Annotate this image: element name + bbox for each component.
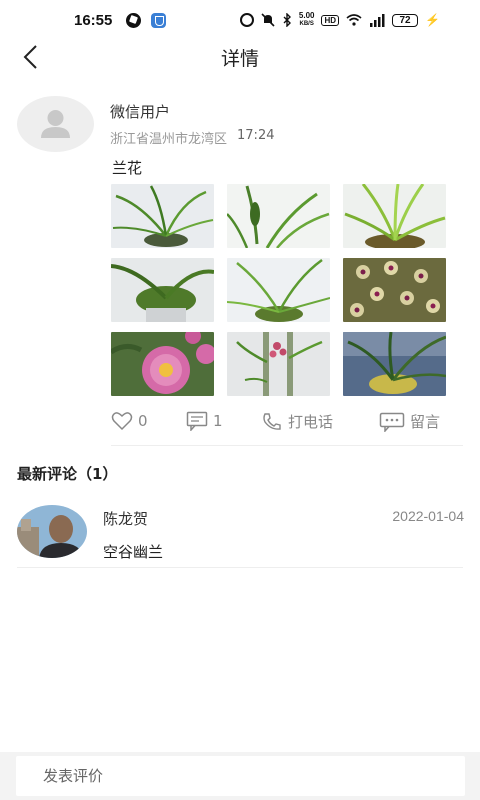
status-time: 16:55 <box>74 11 113 29</box>
photo-thumbnail[interactable] <box>343 332 446 396</box>
divider <box>17 567 463 568</box>
post-location: 浙江省温州市龙湾区 <box>110 132 228 147</box>
hd-icon: HD <box>321 14 340 26</box>
battery-icon: 72 <box>392 13 419 27</box>
post-user-name: 微信用户 <box>110 103 171 121</box>
signal-icon <box>370 13 385 27</box>
like-button[interactable]: 0 <box>111 411 148 431</box>
post-text: 兰花 <box>112 159 143 177</box>
photo-thumbnail[interactable] <box>111 258 214 322</box>
photo-grid <box>111 184 448 396</box>
commenter-avatar[interactable] <box>17 505 87 558</box>
bottom-bar <box>0 752 480 800</box>
photo-thumbnail[interactable] <box>227 332 330 396</box>
security-shield-icon <box>151 12 167 28</box>
divider <box>111 445 463 446</box>
message-label: 留言 <box>410 413 441 431</box>
back-button[interactable] <box>20 44 44 70</box>
comment-button[interactable]: 1 <box>186 411 223 431</box>
page-header: 详情 <box>0 40 480 74</box>
orchid-photo <box>111 258 214 322</box>
app-notification-icon <box>126 12 142 28</box>
comment-date: 2022-01-04 <box>392 508 464 524</box>
post-meta: 浙江省温州市龙湾区 17:24 <box>110 128 274 147</box>
orchid-pot-photo <box>343 332 446 396</box>
network-speed: 5.00 KB/S <box>298 11 315 28</box>
status-bar: 16:55 5.00 KB/S HD 72 ⚡ <box>0 0 480 40</box>
comment-text: 空谷幽兰 <box>103 543 164 561</box>
wifi-icon <box>346 14 362 26</box>
photo-thumbnail[interactable] <box>343 258 446 322</box>
comment-icon <box>186 411 208 431</box>
bluetooth-icon <box>283 13 291 27</box>
peony-photo <box>111 332 214 396</box>
post-actions: 0 1 打电话 留言 <box>111 408 451 434</box>
alarm-icon <box>239 13 254 27</box>
charging-bolt-icon: ⚡ <box>425 13 440 27</box>
chevron-left-icon <box>23 45 37 69</box>
mute-bell-icon <box>261 13 275 27</box>
comments-title: 最新评论（1） <box>17 465 118 483</box>
status-left-icons <box>126 12 167 28</box>
photo-thumbnail[interactable] <box>343 184 446 248</box>
commenter-name: 陈龙贺 <box>103 510 149 528</box>
orchid-photo <box>227 258 330 322</box>
comment-count: 1 <box>213 412 223 430</box>
post-time: 17:24 <box>237 128 275 143</box>
heart-icon <box>111 412 133 431</box>
photo-thumbnail[interactable] <box>227 258 330 322</box>
message-button[interactable]: 留言 <box>379 411 440 432</box>
orchid-photo <box>343 184 446 248</box>
like-count: 0 <box>138 412 148 430</box>
photo-thumbnail[interactable] <box>111 332 214 396</box>
user-photo-icon <box>17 505 87 558</box>
phone-icon <box>263 412 281 430</box>
page-title: 详情 <box>220 47 259 70</box>
avatar[interactable] <box>17 96 94 152</box>
comment-input[interactable] <box>16 756 465 796</box>
photo-thumbnail[interactable] <box>111 184 214 248</box>
call-label: 打电话 <box>288 413 334 431</box>
call-button[interactable]: 打电话 <box>261 411 333 432</box>
orchid-photo <box>111 184 214 248</box>
default-user-icon <box>41 110 70 138</box>
status-right-icons: 5.00 KB/S HD 72 ⚡ <box>239 11 440 28</box>
orchid-flower-photo <box>343 258 446 322</box>
photo-thumbnail[interactable] <box>227 184 330 248</box>
orchid-photo <box>227 184 330 248</box>
message-icon <box>379 412 405 432</box>
orchid-pole-photo <box>227 332 330 396</box>
